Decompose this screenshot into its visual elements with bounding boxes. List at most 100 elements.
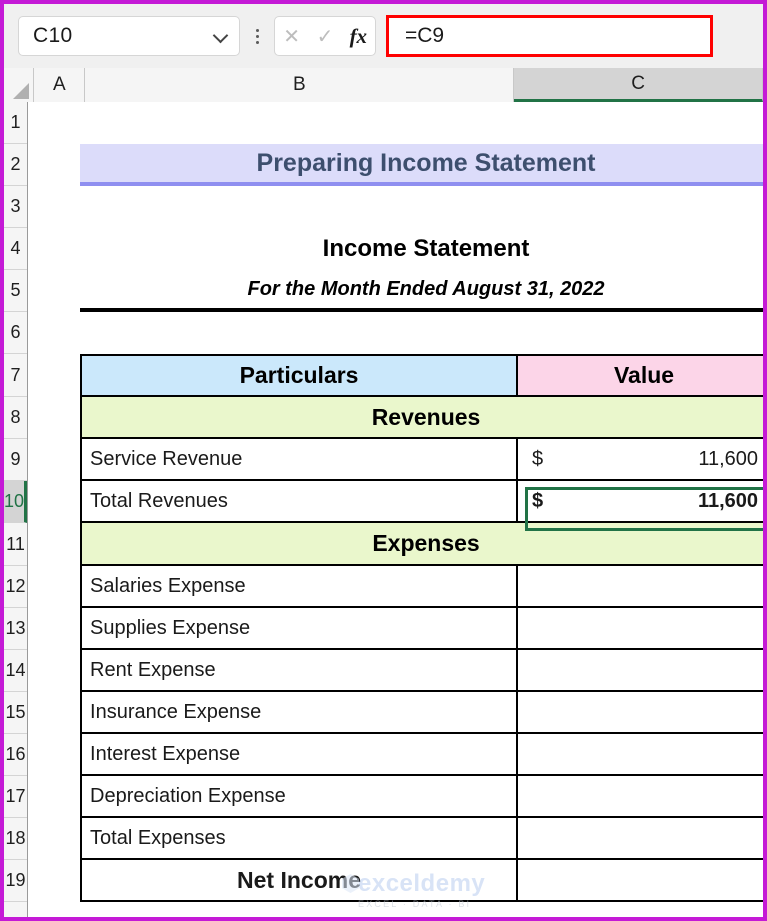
cell-a16[interactable] [28,734,80,776]
row-header-12[interactable]: 12 [4,566,28,608]
row-header-7[interactable]: 7 [4,354,28,397]
row-header-15[interactable]: 15 [4,692,28,734]
cell-a15[interactable] [28,692,80,734]
column-header-c[interactable]: C [514,68,763,102]
row-header-17[interactable]: 17 [4,776,28,818]
cell-a7[interactable] [28,354,80,397]
label-total-revenues[interactable]: Total Revenues [80,481,519,523]
sheet-row-4: Income Statement [28,228,763,270]
label-net-income[interactable]: Net Income [80,860,519,902]
sheet-row-11: Expenses [28,523,763,566]
value-rent-expense[interactable] [518,650,763,692]
amount-text: 11,600 [697,489,759,512]
value-net-income[interactable] [518,860,763,902]
cell-a13[interactable] [28,608,80,650]
formula-text: =C9 [405,24,445,47]
cell-c1[interactable] [518,102,763,144]
name-box[interactable]: C10 [18,16,240,56]
kebab-dot [255,34,259,38]
row-header-1[interactable]: 1 [4,102,28,144]
row-header-4[interactable]: 4 [4,228,28,270]
value-salaries-expense[interactable] [518,566,763,608]
cell-a17[interactable] [28,776,80,818]
cell-a3[interactable] [28,186,80,228]
label-supplies-expense[interactable]: Supplies Expense [80,608,519,650]
sheet-row-13: Supplies Expense [28,608,763,650]
label-insurance-expense[interactable]: Insurance Expense [80,692,519,734]
formula-action-buttons: ✕ ✓ fx [274,16,376,56]
row-header-13[interactable]: 13 [4,608,28,650]
row-header-3[interactable]: 3 [4,186,28,228]
cell-b6[interactable] [80,312,518,354]
row-header-8[interactable]: 8 [4,397,28,439]
cell-a4[interactable] [28,228,80,270]
row-header-6[interactable]: 6 [4,312,28,354]
cell-a5[interactable] [28,270,80,312]
row-header-18[interactable]: 18 [4,818,28,860]
cell-a14[interactable] [28,650,80,692]
cell-b3[interactable] [80,186,518,228]
cell-a12[interactable] [28,566,80,608]
label-service-revenue[interactable]: Service Revenue [80,439,519,481]
value-service-revenue[interactable]: $ 11,600 [518,439,763,481]
column-header-b[interactable]: B [85,68,515,102]
label-depreciation-expense[interactable]: Depreciation Expense [80,776,519,818]
banner-title-cell[interactable]: Preparing Income Statement [80,144,763,186]
cell-a19[interactable] [28,860,80,902]
column-header-a[interactable]: A [34,68,86,102]
select-all-corner[interactable] [4,68,35,102]
row-header-5[interactable]: 5 [4,270,28,312]
sheet-row-2: Preparing Income Statement [28,144,763,186]
more-options-icon[interactable] [246,16,268,56]
cell-a1[interactable] [28,102,80,144]
value-insurance-expense[interactable] [518,692,763,734]
row-header-19[interactable]: 19 [4,860,28,902]
header-value[interactable]: Value [518,354,763,397]
row-header-2[interactable]: 2 [4,144,28,186]
value-interest-expense[interactable] [518,734,763,776]
row-header-11[interactable]: 11 [4,523,28,566]
cell-a9[interactable] [28,439,80,481]
name-box-value: C10 [33,24,73,47]
value-supplies-expense[interactable] [518,608,763,650]
statement-title-cell[interactable]: Income Statement [80,228,763,270]
label-interest-expense[interactable]: Interest Expense [80,734,519,776]
value-depreciation-expense[interactable] [518,776,763,818]
label-rent-expense[interactable]: Rent Expense [80,650,519,692]
cell-a6[interactable] [28,312,80,354]
row-header-16[interactable]: 16 [4,734,28,776]
close-icon[interactable]: ✕ [278,22,306,50]
sheet-row-8: Revenues [28,397,763,439]
cell-b1[interactable] [80,102,518,144]
kebab-dot [255,40,259,44]
statement-subtitle-cell[interactable]: For the Month Ended August 31, 2022 [80,270,763,312]
label-salaries-expense[interactable]: Salaries Expense [80,566,519,608]
header-particulars[interactable]: Particulars [80,354,519,397]
cell-a2[interactable] [28,144,80,186]
cell-c3[interactable] [518,186,763,228]
section-header-expenses[interactable]: Expenses [80,523,763,566]
sheet-row-16: Interest Expense [28,734,763,776]
sheet-row-12: Salaries Expense [28,566,763,608]
value-total-revenues[interactable]: $ 11,600 [518,481,763,523]
row-header-14[interactable]: 14 [4,650,28,692]
sheet-row-5: For the Month Ended August 31, 2022 [28,270,763,312]
cell-a8[interactable] [28,397,80,439]
cell-a10[interactable] [28,481,80,523]
sheet-row-19: Net Income [28,860,763,902]
row-header-10[interactable]: 10 [4,481,28,523]
cell-a18[interactable] [28,818,80,860]
cell-a11[interactable] [28,523,80,566]
value-total-expenses[interactable] [518,818,763,860]
section-header-revenues[interactable]: Revenues [80,397,763,439]
check-icon[interactable]: ✓ [311,22,339,50]
insert-function-icon[interactable]: fx [344,22,372,50]
chevron-down-icon[interactable] [213,28,229,44]
row-header-9[interactable]: 9 [4,439,28,481]
sheet-row-15: Insurance Expense [28,692,763,734]
label-total-expenses[interactable]: Total Expenses [80,818,519,860]
formula-input[interactable]: =C9 [386,15,713,57]
row-header-gutter: 1 2 3 4 5 6 7 8 9 10 11 12 13 14 15 16 1… [4,102,29,917]
currency-symbol: $ [532,489,544,512]
cell-c6[interactable] [518,312,763,354]
